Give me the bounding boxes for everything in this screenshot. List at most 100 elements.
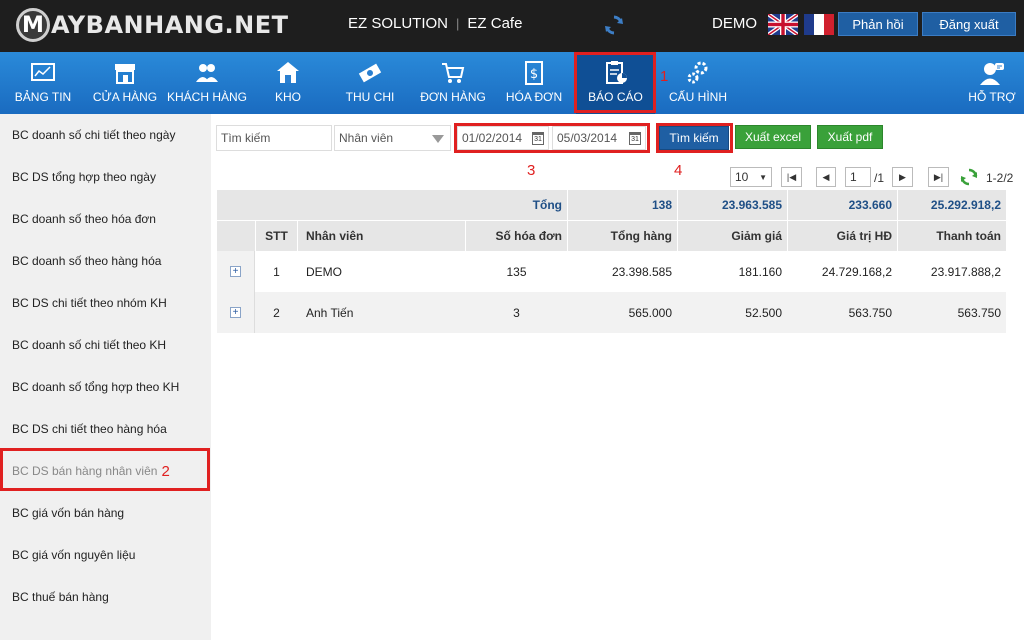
prev-page-button[interactable]: ◀ [816,167,836,187]
expand-cell: + [217,251,255,292]
nav-item-settings[interactable]: CẤU HÌNH [666,52,730,114]
total-pages: /1 [874,171,885,185]
cell-invoices: 3 [513,305,520,320]
sidebar-item-report[interactable]: BC giá vốn bán hàng [0,492,211,534]
refresh-icon[interactable] [960,168,978,186]
annotation-number-3: 3 [527,162,536,179]
app-name: EZ Cafe [467,15,523,32]
cell-employee: DEMO [306,264,342,279]
table-row[interactable]: + 1 DEMO 135 23.398.585 181.160 24.729.1… [217,251,1006,292]
column-header-stt[interactable]: STT [255,221,297,251]
nav-label: BẢNG TIN [14,90,72,104]
cell-stt: 1 [273,264,280,279]
search-input[interactable]: Tìm kiếm [216,125,332,151]
last-page-button[interactable]: ▶| [928,167,949,187]
gears-icon [687,61,708,84]
nav-label: HÓA ĐƠN [505,90,563,104]
cell-invoice-value: 563.750 [848,305,892,320]
first-page-icon: |◀ [786,171,797,182]
sidebar-item-report[interactable]: BC doanh số theo hóa đơn [0,198,211,240]
nav-label: KHÁCH HÀNG [166,90,247,104]
nav-label: CỬA HÀNG [92,90,158,104]
store-icon [115,64,135,84]
cart-icon [442,63,465,83]
cell-discount: 181.160 [738,264,782,279]
report-sidebar: BC doanh số chi tiết theo ngày BC DS tổn… [0,114,211,640]
sidebar-item-report[interactable]: BC doanh số theo hàng hóa [0,240,211,282]
report-content: Tìm kiếm Nhân viên 01/02/2014 31 05/03/2… [211,114,1024,640]
table-row[interactable]: + 2 Anh Tiến 3 565.000 52.500 563.750 56… [217,292,1006,333]
total-discount: 233.660 [787,190,897,220]
sidebar-item-report[interactable]: BC doanh số chi tiết theo KH [0,324,211,366]
app-context: EZ SOLUTION | EZ Cafe [348,15,522,32]
sidebar-item-report[interactable]: BC giá vốn nguyên liệu [0,534,211,576]
employee-select[interactable]: Nhân viên [334,125,451,151]
dropdown-arrow-icon [432,135,444,143]
sidebar-item-report[interactable]: BC thuế bán hàng [0,576,211,618]
dropdown-arrow-icon: ▼ [759,172,767,182]
cell-total-goods: 565.000 [628,305,672,320]
nav-item-orders[interactable]: ĐƠN HÀNG [418,52,488,114]
sidebar-item-report[interactable]: BC DS chi tiết theo hàng hóa [0,408,211,450]
dashboard-icon [31,63,55,81]
nav-item-store[interactable]: CỬA HÀNG [90,52,160,114]
support-icon [980,63,1004,85]
column-header-total-goods[interactable]: Tổng hàng [567,221,677,251]
column-header-payment[interactable]: Thanh toán [897,221,1006,251]
export-excel-button[interactable]: Xuất excel [735,125,811,149]
cell-payment: 563.750 [957,305,1001,320]
english-flag-icon[interactable] [768,14,798,35]
logout-button[interactable]: Đăng xuất [922,12,1016,36]
nav-label: ĐƠN HÀNG [420,90,486,104]
column-header-employee[interactable]: Nhân viên [297,221,465,251]
annotation-number-1: 1 [660,68,669,85]
logo-mark: M [16,8,50,42]
nav-label: CẤU HÌNH [668,90,727,104]
expand-row-button[interactable]: + [230,266,241,277]
column-header-invoice-value[interactable]: Giá trị HĐ [787,221,897,251]
expand-row-button[interactable]: + [230,307,241,318]
sync-icon[interactable] [603,14,625,36]
cell-employee: Anh Tiến [306,305,354,320]
top-bar: M AYBANHANG.NET EZ SOLUTION | EZ Cafe DE… [0,0,1024,52]
sidebar-item-report[interactable]: BC doanh số tổng hợp theo KH [0,366,211,408]
total-label: Tổng [532,198,562,212]
employee-select-value: Nhân viên [339,131,394,145]
nav-item-customers[interactable]: KHÁCH HÀNG [165,52,249,114]
column-header-discount[interactable]: Giảm giá [677,221,787,251]
separator: | [456,16,460,31]
total-goods: 23.963.585 [677,190,787,220]
export-pdf-button[interactable]: Xuất pdf [817,125,883,149]
first-page-button[interactable]: |◀ [781,167,802,187]
total-invoices: 138 [567,190,677,220]
column-header-invoices[interactable]: Số hóa đơn [465,221,567,251]
expand-cell: + [217,292,255,333]
page-size-select[interactable]: 10 ▼ [730,167,772,187]
prev-page-icon: ◀ [822,171,830,182]
sidebar-item-report[interactable]: BC doanh số chi tiết theo ngày [0,114,211,156]
invoice-icon: $ [525,61,543,85]
solution-name: EZ SOLUTION [348,15,449,32]
nav-item-cashflow[interactable]: THU CHI [342,52,398,114]
highlight-reports-nav [574,52,656,113]
page-number-input[interactable]: 1 [845,167,871,187]
feedback-button[interactable]: Phản hồi [838,12,918,36]
nav-item-invoices[interactable]: $ HÓA ĐƠN [503,52,565,114]
cell-discount: 52.500 [745,305,782,320]
highlight-search-button [656,123,733,153]
nav-label: HỖ TRỢ [968,90,1016,104]
next-page-button[interactable]: ▶ [892,167,913,187]
cell-payment: 23.917.888,2 [930,264,1001,279]
cell-total-goods: 23.398.585 [611,264,672,279]
brand-logo[interactable]: M AYBANHANG.NET [16,7,289,43]
warehouse-icon [277,62,299,83]
sidebar-item-report[interactable]: BC DS chi tiết theo nhóm KH [0,282,211,324]
next-page-icon: ▶ [899,171,906,182]
sidebar-item-report[interactable]: BC DS tổng hợp theo ngày [0,156,211,198]
main-nav: BẢNG TIN CỬA HÀNG KHÁCH HÀNG KHO THU CHI… [0,52,1024,114]
nav-item-news[interactable]: BẢNG TIN [10,52,76,114]
user-name: DEMO [712,15,757,32]
nav-item-support[interactable]: HỖ TRỢ [966,52,1018,114]
nav-item-warehouse[interactable]: KHO [268,52,308,114]
french-flag-icon[interactable] [804,14,834,35]
